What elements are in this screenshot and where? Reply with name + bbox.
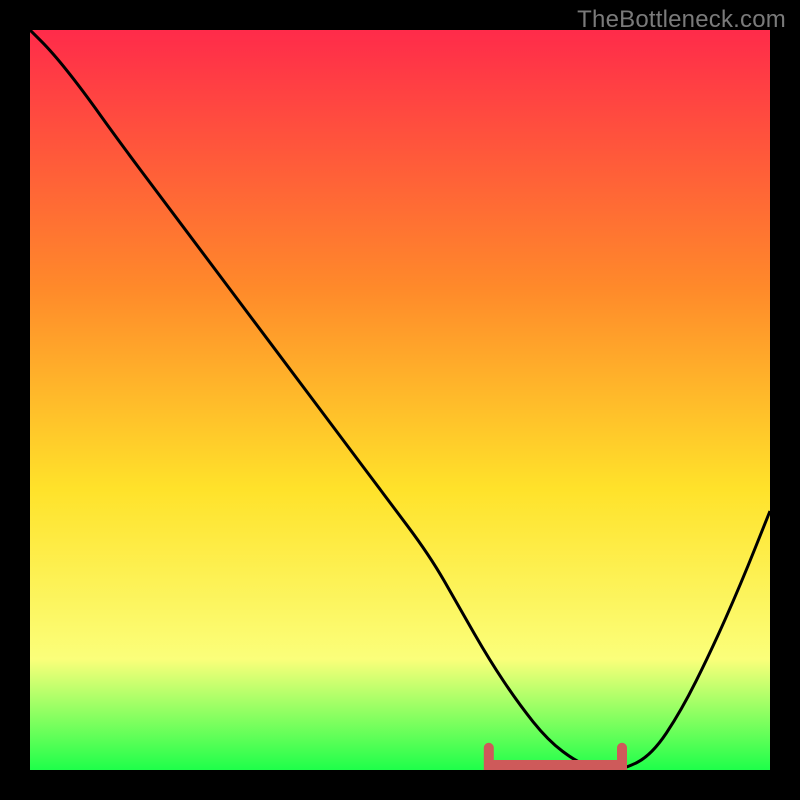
chart-svg <box>30 30 770 770</box>
chart-frame <box>30 30 770 770</box>
chart-background <box>30 30 770 770</box>
